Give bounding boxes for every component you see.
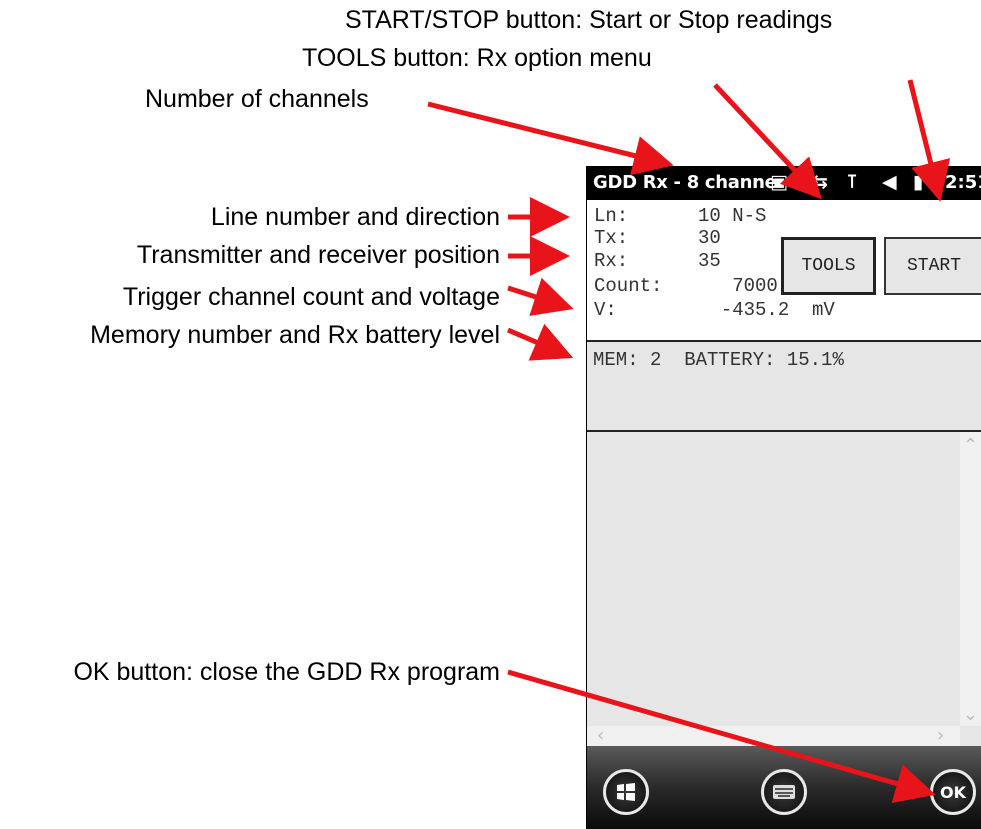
- callout-ok: OK button: close the GDD Rx program: [73, 658, 500, 686]
- scroll-down-icon[interactable]: ⌄: [963, 706, 978, 724]
- reading-info: Ln: 10 N-S Tx: 30 Rx: 35 Count: 7000 V: …: [587, 200, 981, 340]
- rx-value: 35: [698, 250, 721, 272]
- memory-panel: MEM: 2 BATTERY: 15.1%: [587, 340, 981, 432]
- arrow-memory: [507, 323, 574, 361]
- sync-icon: ⇆: [812, 171, 828, 193]
- windows-logo-icon: [617, 783, 635, 801]
- status-bar: GDD Rx - 8 channe ▣ ⇆ ⊺ ◀ ▮ 2:51: [587, 166, 981, 200]
- horizontal-scrollbar[interactable]: ‹ ›: [587, 726, 960, 746]
- tx-value: 30: [698, 227, 721, 249]
- tx-label: Tx:: [594, 227, 629, 249]
- scroll-right-icon[interactable]: ›: [937, 727, 944, 745]
- line-label: Ln:: [594, 205, 629, 227]
- voltage-label: V:: [594, 299, 617, 321]
- scroll-left-icon[interactable]: ‹: [597, 727, 604, 745]
- speaker-icon: ◀: [882, 171, 897, 193]
- scroll-up-icon[interactable]: ⌃: [963, 437, 978, 455]
- log-area[interactable]: ⌃ ⌄ ‹ ›: [587, 432, 981, 746]
- line-value: 10 N-S: [698, 205, 767, 227]
- callout-trigger: Trigger channel count and voltage: [122, 283, 500, 311]
- battery-icon: ▮: [913, 171, 924, 193]
- tools-button[interactable]: TOOLS: [781, 237, 876, 295]
- callout-memory: Memory number and Rx battery level: [90, 321, 500, 349]
- clock: 2:51: [945, 172, 981, 193]
- message-icon: ▣: [770, 171, 788, 193]
- vertical-scrollbar[interactable]: ⌃ ⌄: [960, 432, 981, 726]
- count-value: 7000: [698, 275, 778, 297]
- count-label: Count:: [594, 275, 663, 297]
- taskbar: OK: [587, 746, 981, 829]
- no-signal-icon: ⊺: [847, 171, 858, 193]
- callout-line: Line number and direction: [210, 203, 500, 231]
- start-stop-button[interactable]: START: [884, 237, 981, 295]
- window-title: GDD Rx - 8 channe: [593, 172, 777, 193]
- arrow-channels: [427, 101, 674, 176]
- keyboard-icon: [773, 785, 795, 799]
- callout-start-stop: START/STOP button: Start or Stop reading…: [345, 6, 833, 34]
- arrow-trigger: [507, 277, 574, 316]
- keyboard-button[interactable]: [761, 769, 807, 815]
- start-menu-button[interactable]: [603, 769, 649, 815]
- callout-tools: TOOLS button: Rx option menu: [302, 44, 652, 72]
- voltage-value: -435.2 mV: [698, 299, 835, 321]
- ok-button[interactable]: OK: [930, 769, 976, 815]
- rx-label: Rx:: [594, 250, 629, 272]
- callout-channels: Number of channels: [145, 85, 369, 113]
- device-screen: GDD Rx - 8 channe ▣ ⇆ ⊺ ◀ ▮ 2:51 Ln: 10 …: [586, 166, 981, 829]
- memory-battery-text: MEM: 2 BATTERY: 15.1%: [593, 349, 844, 371]
- callout-position: Transmitter and receiver position: [136, 241, 500, 269]
